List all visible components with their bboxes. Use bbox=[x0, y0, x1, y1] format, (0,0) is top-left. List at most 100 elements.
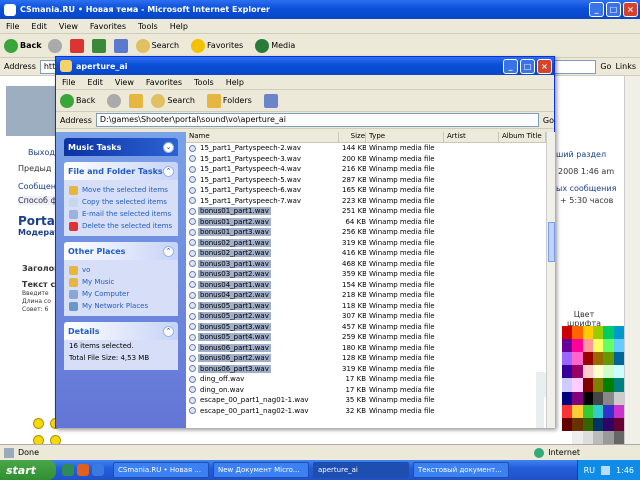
color-swatch[interactable] bbox=[562, 326, 573, 340]
stop-button[interactable] bbox=[69, 38, 86, 53]
task-email[interactable]: E-mail the selected items bbox=[69, 208, 173, 220]
color-swatch[interactable] bbox=[572, 404, 583, 418]
color-swatch[interactable] bbox=[592, 352, 604, 366]
file-tasks-header[interactable]: File and Folder Tasks ⌃ bbox=[64, 162, 178, 180]
menu-view[interactable]: View bbox=[59, 22, 78, 31]
minimize-button[interactable]: _ bbox=[589, 2, 604, 17]
explorer-close-button[interactable]: × bbox=[537, 58, 552, 74]
color-swatch[interactable] bbox=[572, 391, 583, 405]
file-row[interactable]: bonus02_part1.wav 319 KB Winamp media file bbox=[186, 238, 546, 249]
file-row[interactable]: 15_part1_Partyspeech-4.wav 216 KB Winamp m… bbox=[186, 164, 546, 175]
quicklaunch-icon[interactable] bbox=[62, 464, 74, 476]
color-swatch[interactable] bbox=[592, 339, 604, 353]
color-swatch[interactable] bbox=[613, 339, 624, 353]
file-row[interactable]: bonus01_part3.wav 256 KB Winamp media file bbox=[186, 227, 546, 238]
color-swatch[interactable] bbox=[582, 391, 593, 405]
taskbar-button-text[interactable]: Текстовый документ... bbox=[413, 462, 509, 478]
color-swatch[interactable] bbox=[613, 365, 624, 379]
go-button[interactable]: Go bbox=[600, 62, 611, 71]
ie-titlebar[interactable]: CSmania.RU • Новая тема - Microsoft Inte… bbox=[0, 0, 640, 19]
file-row[interactable]: bonus06_part1.wav 180 KB Winamp media file bbox=[186, 343, 546, 354]
explorer-menu-favorites[interactable]: Favorites bbox=[146, 78, 182, 87]
column-name[interactable]: Name bbox=[186, 132, 339, 142]
prev-link[interactable]: Предыд bbox=[18, 164, 51, 173]
chevron-up-icon[interactable]: ⌃ bbox=[163, 245, 174, 257]
smiley-icon[interactable] bbox=[50, 435, 61, 444]
column-album[interactable]: Album Title bbox=[499, 132, 546, 142]
color-swatch[interactable] bbox=[582, 339, 593, 353]
explorer-menu-file[interactable]: File bbox=[62, 78, 75, 87]
color-swatch[interactable] bbox=[562, 378, 573, 392]
color-swatch[interactable] bbox=[603, 404, 614, 418]
color-swatch[interactable] bbox=[613, 430, 624, 444]
explorer-back-button[interactable]: Back bbox=[60, 93, 101, 108]
explorer-maximize-button[interactable]: □ bbox=[520, 58, 535, 74]
color-swatch[interactable] bbox=[562, 391, 573, 405]
color-swatch[interactable] bbox=[592, 365, 604, 379]
favorites-button[interactable]: Favorites bbox=[191, 38, 249, 53]
color-swatch[interactable] bbox=[582, 378, 593, 392]
color-swatch[interactable] bbox=[613, 326, 624, 340]
details-header[interactable]: Details ⌃ bbox=[64, 322, 178, 340]
back-button[interactable]: Back bbox=[4, 38, 42, 53]
color-swatch[interactable] bbox=[582, 352, 593, 366]
file-row[interactable]: bonus01_part1.wav 251 KB Winamp media file bbox=[186, 206, 546, 217]
menu-edit[interactable]: Edit bbox=[31, 22, 47, 31]
links-button[interactable]: Links bbox=[615, 62, 636, 71]
quicklaunch-icon[interactable] bbox=[92, 464, 104, 476]
color-swatch[interactable] bbox=[572, 326, 583, 340]
explorer-address-input[interactable]: D:\games\Shooter\portal\sound\vo\apertur… bbox=[95, 113, 539, 127]
task-delete[interactable]: Delete the selected items bbox=[69, 220, 173, 232]
color-swatch[interactable] bbox=[613, 391, 624, 405]
other-places-header[interactable]: Other Places ⌃ bbox=[64, 242, 178, 260]
color-swatch[interactable] bbox=[592, 417, 604, 431]
up-button[interactable] bbox=[129, 93, 145, 108]
media-button[interactable]: Media bbox=[255, 38, 301, 53]
taskbar-button-doc[interactable]: New Документ Micro... bbox=[213, 462, 309, 478]
file-row[interactable]: bonus03_part2.wav 359 KB Winamp media file bbox=[186, 269, 546, 280]
color-swatch[interactable] bbox=[613, 378, 624, 392]
section-link[interactable]: ший раздел bbox=[556, 150, 606, 159]
color-swatch[interactable] bbox=[582, 404, 593, 418]
color-swatch[interactable] bbox=[572, 430, 583, 444]
color-swatch[interactable] bbox=[603, 352, 614, 366]
file-row[interactable]: 15_part1_Partyspeech-6.wav 165 KB Winamp m… bbox=[186, 185, 546, 196]
ie-scrollbar[interactable] bbox=[624, 76, 640, 444]
color-swatch[interactable] bbox=[562, 339, 573, 353]
explorer-menu-view[interactable]: View bbox=[115, 78, 134, 87]
file-row[interactable]: 15_part1_Partyspeech-5.wav 287 KB Winamp m… bbox=[186, 175, 546, 186]
file-row[interactable]: 15_part1_Partyspeech-2.wav 144 KB Winamp m… bbox=[186, 143, 546, 154]
file-row[interactable]: bonus04_part2.wav 218 KB Winamp media file bbox=[186, 290, 546, 301]
color-swatch[interactable] bbox=[572, 339, 583, 353]
task-move[interactable]: Move the selected items bbox=[69, 184, 173, 196]
place-my-music[interactable]: My Music bbox=[69, 276, 173, 288]
explorer-menu-help[interactable]: Help bbox=[226, 78, 244, 87]
taskbar-button-explorer[interactable]: aperture_ai bbox=[313, 462, 409, 478]
file-row[interactable]: bonus05_part2.wav 307 KB Winamp media file bbox=[186, 311, 546, 322]
maximize-button[interactable]: □ bbox=[606, 2, 621, 17]
color-swatch[interactable] bbox=[603, 339, 614, 353]
taskbar-button-ie[interactable]: CSmania.RU • Новая ... bbox=[113, 462, 209, 478]
explorer-menu-edit[interactable]: Edit bbox=[87, 78, 103, 87]
scrollbar-thumb[interactable] bbox=[548, 222, 555, 262]
file-list-scrollbar[interactable] bbox=[546, 132, 555, 428]
color-swatch[interactable] bbox=[613, 404, 624, 418]
color-swatch[interactable] bbox=[592, 378, 604, 392]
home-button[interactable] bbox=[113, 38, 130, 53]
column-artist[interactable]: Artist bbox=[444, 132, 499, 142]
file-row[interactable]: bonus01_part2.wav 64 KB Winamp media file bbox=[186, 217, 546, 228]
folders-button[interactable]: Folders bbox=[206, 93, 258, 108]
chevron-up-icon[interactable]: ⌃ bbox=[163, 325, 174, 337]
column-type[interactable]: Type bbox=[366, 132, 444, 142]
smiley-icon[interactable] bbox=[33, 435, 44, 444]
forward-button[interactable] bbox=[47, 38, 64, 53]
place-my-computer[interactable]: My Computer bbox=[69, 288, 173, 300]
refresh-button[interactable] bbox=[91, 38, 108, 53]
color-swatch[interactable] bbox=[562, 404, 573, 418]
color-swatch[interactable] bbox=[613, 352, 624, 366]
color-swatch[interactable] bbox=[582, 326, 593, 340]
color-swatch[interactable] bbox=[603, 378, 614, 392]
chevron-up-icon[interactable]: ⌃ bbox=[163, 165, 174, 177]
task-copy[interactable]: Copy the selected items bbox=[69, 196, 173, 208]
color-swatch[interactable] bbox=[582, 417, 593, 431]
